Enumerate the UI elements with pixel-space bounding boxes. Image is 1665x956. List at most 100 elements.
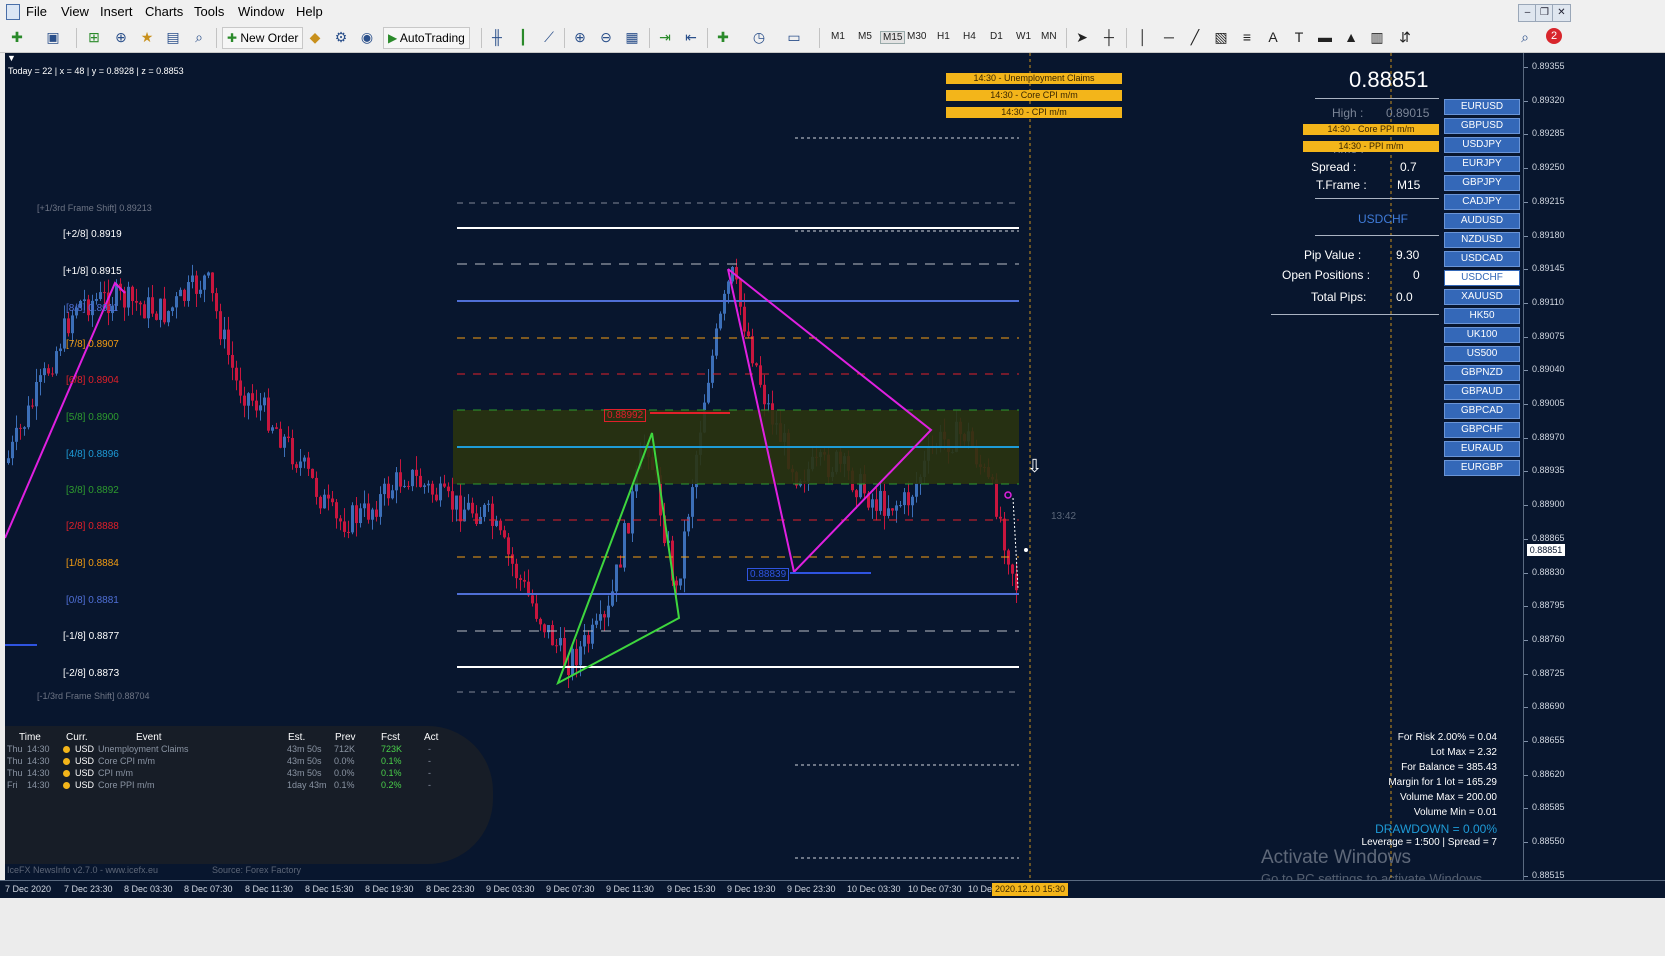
candle-body xyxy=(231,354,234,368)
new-chart-icon[interactable]: ✚ xyxy=(8,28,26,46)
symbol-button-usdchf[interactable]: USDCHF xyxy=(1444,270,1520,286)
vertical-line-icon[interactable]: │ xyxy=(1134,28,1152,46)
chart-shift-icon[interactable]: ⇤ xyxy=(682,28,700,46)
price-tick: 0.88655 xyxy=(1524,735,1565,745)
time-scale[interactable]: 7 Dec 2020 7 Dec 23:30 8 Dec 03:30 8 Dec 07… xyxy=(0,880,1665,899)
symbol-button-gbpchf[interactable]: GBPCHF xyxy=(1444,422,1520,438)
news-row-event: Core CPI m/m xyxy=(98,756,156,766)
templates-icon[interactable]: ▭ xyxy=(785,28,803,46)
terminal-icon[interactable]: ▤ xyxy=(164,28,182,46)
text-icon[interactable]: A xyxy=(1264,28,1282,46)
price-tick: 0.88725 xyxy=(1524,667,1565,678)
close-button[interactable]: ✕ xyxy=(1552,4,1571,22)
text-label-icon[interactable]: T xyxy=(1290,28,1308,46)
new-order-button[interactable]: ✚ New Order xyxy=(222,27,304,49)
symbol-button-audusd[interactable]: AUDUSD xyxy=(1444,213,1520,229)
notification-badge[interactable]: 2 xyxy=(1546,28,1562,44)
symbol-button-gbpaud[interactable]: GBPAUD xyxy=(1444,384,1520,400)
menu-tools[interactable]: Tools xyxy=(194,4,224,19)
menu-file[interactable]: File xyxy=(26,4,47,19)
market-icon[interactable]: ◉ xyxy=(358,28,376,46)
candle-body xyxy=(31,405,34,407)
menu-help[interactable]: Help xyxy=(296,4,323,19)
menu-view[interactable]: View xyxy=(61,4,89,19)
symbol-button-nzdusd[interactable]: NZDUSD xyxy=(1444,232,1520,248)
profiles-icon[interactable]: ▣ xyxy=(44,28,62,46)
periods-icon[interactable]: ◷ xyxy=(750,28,768,46)
tf-h4[interactable]: H4 xyxy=(963,31,976,42)
symbol-button-cadjpy[interactable]: CADJPY xyxy=(1444,194,1520,210)
tf-m15[interactable]: M15 xyxy=(880,31,906,44)
indicators-icon[interactable]: ✚ xyxy=(714,28,732,46)
candle-body xyxy=(495,520,498,526)
navigator-icon[interactable]: ★ xyxy=(138,28,156,46)
symbol-button-euraud[interactable]: EURAUD xyxy=(1444,441,1520,457)
zoom-in-icon[interactable]: ⊕ xyxy=(571,28,589,46)
candle-body xyxy=(319,496,322,509)
symbol-button-eurgbp[interactable]: EURGBP xyxy=(1444,460,1520,476)
tf-d1[interactable]: D1 xyxy=(990,31,1003,42)
zoom-out-icon[interactable]: ⊖ xyxy=(597,28,615,46)
candle-body xyxy=(903,492,906,506)
autoscroll-icon[interactable]: ⇥ xyxy=(656,28,674,46)
candle-body xyxy=(459,495,462,522)
tf-mn[interactable]: MN xyxy=(1041,31,1057,42)
search-icon[interactable]: ⌕ xyxy=(1516,28,1534,46)
market-watch-icon[interactable]: ⊞ xyxy=(85,28,103,46)
data-window-icon[interactable]: ⊕ xyxy=(112,28,130,46)
bar-chart-icon[interactable]: ╫ xyxy=(488,28,506,46)
strategy-tester-icon[interactable]: ⌕ xyxy=(190,28,208,46)
menu-window[interactable]: Window xyxy=(238,4,284,19)
symbol-button-gbpusd[interactable]: GBPUSD xyxy=(1444,118,1520,134)
autotrading-button[interactable]: ▶ AutoTrading xyxy=(383,27,470,49)
price-tick: 0.89285 xyxy=(1524,128,1565,139)
price-chart[interactable]: Today = 22 | x = 48 | y = 0.8928 | z = 0… xyxy=(5,53,1523,880)
tile-windows-icon[interactable]: ▦ xyxy=(623,28,641,46)
candle-body xyxy=(763,384,766,405)
symbol-button-gbpnzd[interactable]: GBPNZD xyxy=(1444,365,1520,381)
grid-icon[interactable]: ▥ xyxy=(1368,28,1386,46)
triangle-icon[interactable]: ▲ xyxy=(1342,28,1360,46)
price-scale[interactable]: 0.89355 0.89320 0.89285 0.89250 0.89215 0.891… xyxy=(1523,53,1665,880)
candle-body xyxy=(167,311,170,323)
line-chart-icon[interactable]: ⟋ xyxy=(540,28,558,46)
symbol-button-gbpjpy[interactable]: GBPJPY xyxy=(1444,175,1520,191)
collapse-arrow-icon[interactable]: ▼ xyxy=(7,53,16,63)
cursor-icon[interactable]: ➤ xyxy=(1073,28,1091,46)
rectangle-icon[interactable]: ▬ xyxy=(1316,28,1334,46)
candle-body xyxy=(83,299,86,302)
crosshair-icon[interactable]: ┼ xyxy=(1100,28,1118,46)
tf-m5[interactable]: M5 xyxy=(858,31,872,42)
menu-charts[interactable]: Charts xyxy=(145,4,183,19)
symbol-button-gbpcad[interactable]: GBPCAD xyxy=(1444,403,1520,419)
symbol-button-hk50[interactable]: HK50 xyxy=(1444,308,1520,324)
symbol-button-xauusd[interactable]: XAUUSD xyxy=(1444,289,1520,305)
signals-icon[interactable]: ⚙ xyxy=(332,28,350,46)
channel-icon[interactable]: ▧ xyxy=(1212,28,1230,46)
horizontal-line-icon[interactable]: ─ xyxy=(1160,28,1178,46)
fibonacci-icon[interactable]: ≡ xyxy=(1238,28,1256,46)
symbol-button-eurjpy[interactable]: EURJPY xyxy=(1444,156,1520,172)
symbol-button-us500[interactable]: US500 xyxy=(1444,346,1520,362)
tf-h1[interactable]: H1 xyxy=(937,31,950,42)
candle-body xyxy=(679,578,682,586)
news-footer-credit: IceFX NewsInfo v2.7.0 - www.icefx.eu xyxy=(7,865,159,875)
candle-body xyxy=(247,393,250,406)
tf-m30[interactable]: M30 xyxy=(907,31,926,42)
symbol-button-usdjpy[interactable]: USDJPY xyxy=(1444,137,1520,153)
tf-m1[interactable]: M1 xyxy=(831,31,845,42)
symbol-button-uk100[interactable]: UK100 xyxy=(1444,327,1520,343)
metaeditor-icon[interactable]: ◆ xyxy=(306,28,324,46)
toolbar-separator xyxy=(564,28,565,48)
crosshair-info: Today = 22 | x = 48 | y = 0.8928 | z = 0… xyxy=(8,66,184,76)
menu-insert[interactable]: Insert xyxy=(100,4,133,19)
spread-label: Spread : xyxy=(1311,160,1357,174)
symbol-button-usdcad[interactable]: USDCAD xyxy=(1444,251,1520,267)
symbol-button-eurusd[interactable]: EURUSD xyxy=(1444,99,1520,115)
candlestick-icon[interactable]: ┃ xyxy=(514,28,532,46)
arrows-icon[interactable]: ⇵ xyxy=(1396,28,1414,46)
news-row-actual: - xyxy=(428,756,431,766)
trendline-icon[interactable]: ╱ xyxy=(1186,28,1204,46)
tf-w1[interactable]: W1 xyxy=(1016,31,1031,42)
candle-body xyxy=(279,428,282,448)
